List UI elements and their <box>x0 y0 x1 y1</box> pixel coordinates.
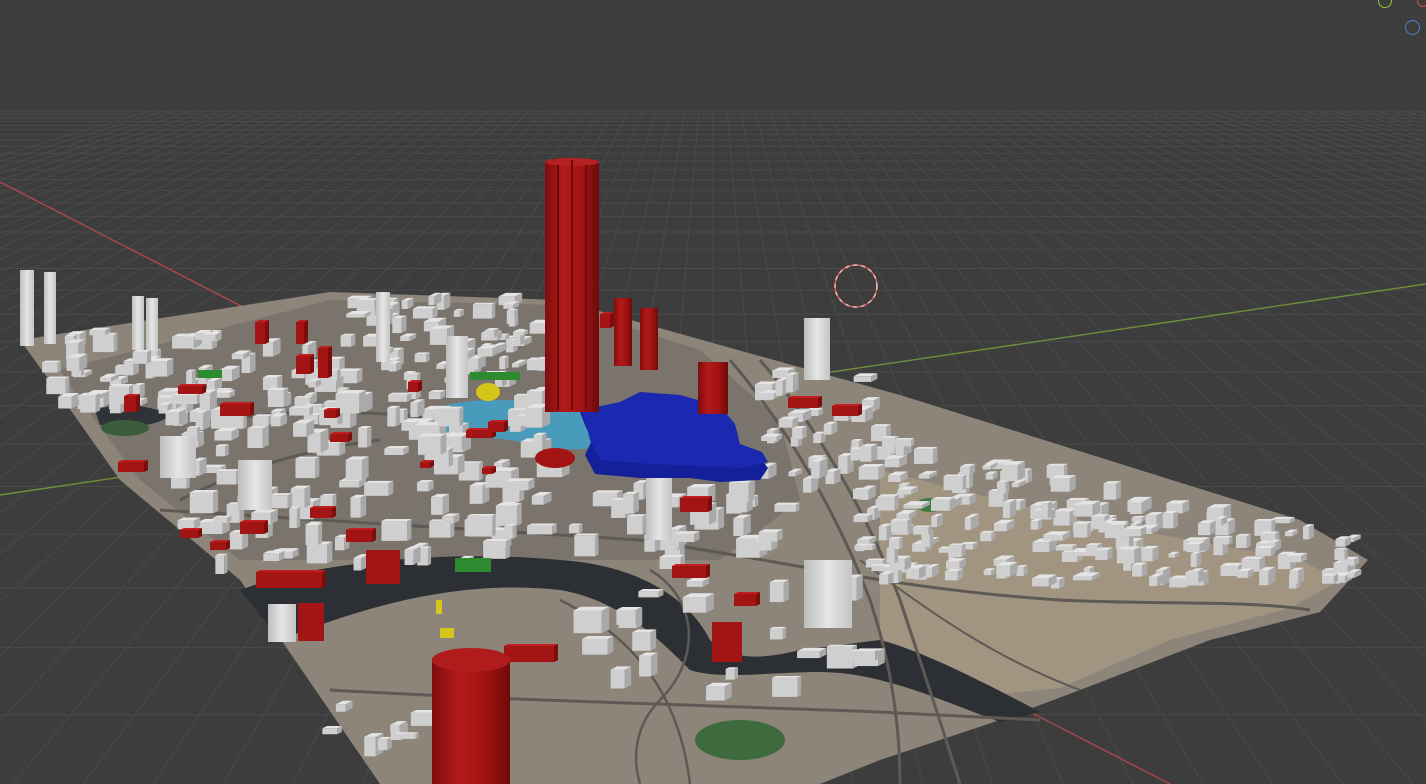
yellow-building <box>476 383 500 401</box>
yellow-building <box>440 628 454 638</box>
burj-tower[interactable] <box>545 158 599 412</box>
green-building <box>470 372 520 380</box>
red-tower[interactable] <box>698 362 728 414</box>
red-tower[interactable] <box>614 298 632 366</box>
yellow-building <box>436 600 442 614</box>
red-dome-building[interactable] <box>535 448 575 468</box>
green-building <box>198 370 222 378</box>
white-tower[interactable] <box>646 478 672 540</box>
red-building[interactable] <box>298 603 324 641</box>
white-tower[interactable] <box>44 272 56 344</box>
gizmo-z-axis-icon[interactable] <box>1405 20 1420 35</box>
white-tower[interactable] <box>20 270 34 346</box>
red-building[interactable] <box>366 550 400 584</box>
white-tower[interactable] <box>146 298 158 350</box>
white-tower[interactable] <box>804 318 830 380</box>
white-tower[interactable] <box>238 460 272 510</box>
red-tower[interactable] <box>640 308 658 370</box>
green-building <box>455 558 491 572</box>
white-tower[interactable] <box>132 296 144 350</box>
stadium-field <box>695 720 785 760</box>
white-tower[interactable] <box>268 604 296 642</box>
white-tower[interactable] <box>446 336 468 398</box>
red-building[interactable] <box>712 622 742 662</box>
viewport-scene[interactable] <box>0 0 1426 784</box>
3d-viewport[interactable] <box>0 0 1426 784</box>
white-tower[interactable] <box>160 436 196 478</box>
park-green <box>101 420 149 436</box>
white-tower[interactable] <box>804 560 852 628</box>
white-tower[interactable] <box>376 292 390 362</box>
red-cylinder-tower[interactable] <box>432 648 510 784</box>
